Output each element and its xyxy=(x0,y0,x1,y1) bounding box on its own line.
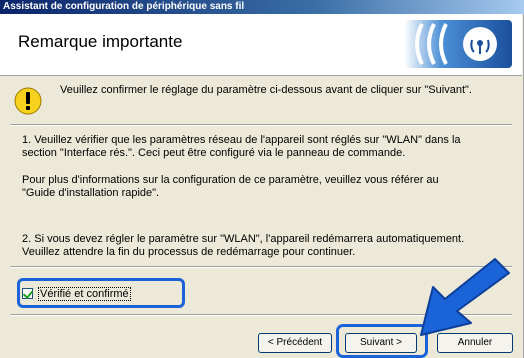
info-line2: "Guide d'installation rapide". xyxy=(22,187,160,199)
wizard-window: Assistant de configuration de périphériq… xyxy=(0,0,524,358)
step2-line1: 2. Si vous devez régler le paramètre sur… xyxy=(22,233,465,245)
step1-line2: section "Interface rés.". Ceci peut être… xyxy=(22,147,406,159)
step1-line1: 1. Veuillez vérifier que les paramètres … xyxy=(22,134,461,146)
notice-text: Veuillez confirmer le réglage du paramèt… xyxy=(60,84,472,96)
pointer-arrow-icon xyxy=(420,258,510,336)
info-line1: Pour plus d'informations sur la configur… xyxy=(22,174,439,186)
separator xyxy=(10,124,512,126)
wireless-signal-icon xyxy=(404,20,512,68)
wizard-header: Remarque importante xyxy=(0,14,522,76)
notice-panel: Veuillez confirmer le réglage du paramèt… xyxy=(10,80,514,120)
confirm-label[interactable]: Vérifié et confirmé xyxy=(38,287,131,301)
warning-icon xyxy=(14,87,42,115)
page-title: Remarque importante xyxy=(18,32,183,51)
window-titlebar: Assistant de configuration de périphériq… xyxy=(0,0,524,14)
confirm-checkbox[interactable] xyxy=(22,288,33,299)
previous-button[interactable]: < Précédent xyxy=(258,333,332,353)
